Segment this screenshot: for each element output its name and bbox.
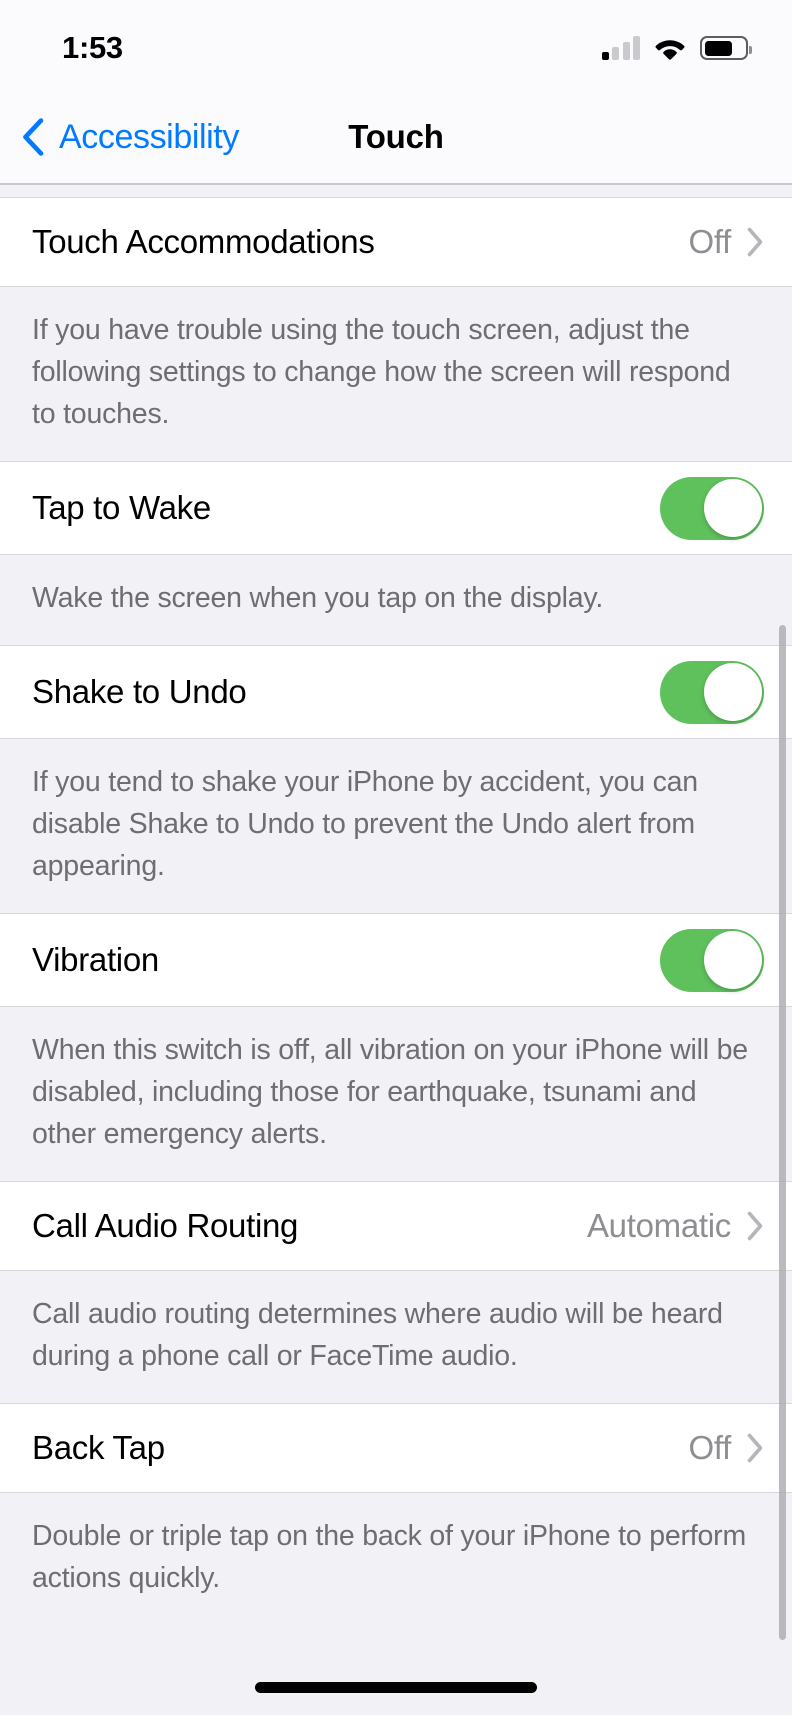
settings-list[interactable]: Touch Accommodations Off If you have tro… [0,185,792,1715]
row-touch-accommodations[interactable]: Touch Accommodations Off [0,197,792,287]
row-accessory: Off [688,223,764,261]
row-label: Shake to Undo [32,673,247,710]
footer-call-audio-routing: Call audio routing determines where audi… [0,1271,792,1403]
row-label: Touch Accommodations [32,223,375,260]
toggle-knob [703,663,762,721]
status-bar-clock: 1:53 [62,30,123,65]
toggle-tap-to-wake[interactable] [660,476,764,540]
toggle-shake-to-undo[interactable] [660,660,764,724]
row-vibration[interactable]: Vibration [0,913,792,1007]
row-accessory: Off [688,1429,764,1467]
chevron-left-icon [23,118,44,156]
row-value: Automatic [586,1207,731,1244]
row-accessory: Automatic [587,1207,764,1245]
toggle-vibration[interactable] [660,928,764,992]
footer-shake-to-undo: If you tend to shake your iPhone by acci… [0,739,792,913]
battery-icon [700,36,752,60]
chevron-right-icon [747,1433,763,1463]
iphone-screen: 1:53 Accessibility Touch Touch Accommoda… [0,0,792,1715]
footer-tap-to-wake: Wake the screen when you tap on the disp… [0,555,792,645]
list-top-gap [0,185,792,197]
row-label: Tap to Wake [32,489,211,526]
home-indicator[interactable] [255,1682,537,1693]
toggle-knob [703,931,762,989]
status-bar: 1:53 [0,0,792,90]
navigation-bar: Accessibility Touch [0,90,792,184]
vertical-scrollbar[interactable] [779,625,786,1640]
row-shake-to-undo[interactable]: Shake to Undo [0,645,792,739]
chevron-right-icon [747,1211,763,1241]
footer-back-tap: Double or triple tap on the back of your… [0,1493,792,1625]
row-back-tap[interactable]: Back Tap Off [0,1403,792,1493]
row-tap-to-wake[interactable]: Tap to Wake [0,461,792,555]
row-value: Off [688,223,731,260]
back-button[interactable]: Accessibility [0,118,239,157]
row-value: Off [688,1429,731,1466]
cellular-signal-icon [601,36,640,60]
row-label: Call Audio Routing [32,1207,299,1244]
toggle-knob [703,479,762,537]
footer-vibration: When this switch is off, all vibration o… [0,1007,792,1181]
row-call-audio-routing[interactable]: Call Audio Routing Automatic [0,1181,792,1271]
row-label: Vibration [32,941,159,978]
footer-touch-accommodations: If you have trouble using the touch scre… [0,287,792,461]
chevron-right-icon [747,227,763,257]
wifi-icon [655,40,685,60]
row-label: Back Tap [32,1429,165,1466]
status-bar-indicators [601,36,752,60]
back-button-label: Accessibility [59,117,239,156]
